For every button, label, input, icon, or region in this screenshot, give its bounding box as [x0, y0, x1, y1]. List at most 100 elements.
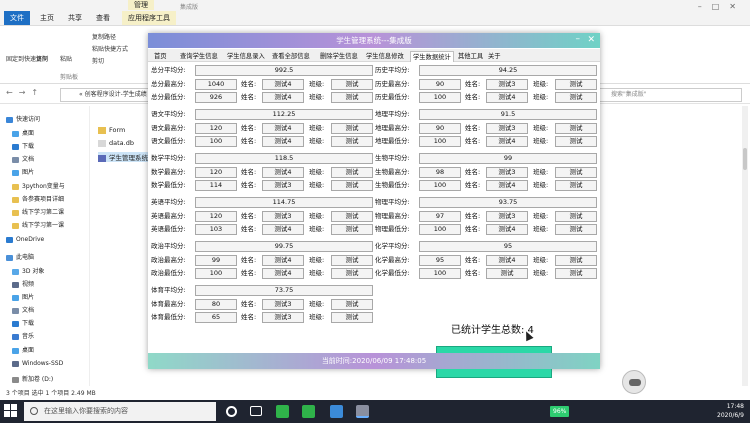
menu-item[interactable]: 删除学生信息 — [318, 51, 360, 62]
context-tab-manage[interactable]: 管理 — [128, 0, 154, 10]
system-clock[interactable]: 17:48 2020/6/9 — [717, 402, 744, 420]
name-label: 姓名: — [241, 93, 257, 101]
folder-icon — [12, 156, 19, 163]
min-score: 103 — [195, 224, 237, 235]
max-label: 物理最高分: — [375, 212, 410, 220]
nav-item[interactable]: 视频 — [12, 279, 34, 288]
explorer-ribbon-tabs: 集成版 管理 文件 主页 共享 查看 应用程序工具 –□✕ — [0, 0, 750, 26]
nav-item[interactable]: 3python变量与 — [12, 181, 65, 190]
max-class: 测试 — [331, 79, 373, 90]
avg-value: 94.25 — [419, 65, 597, 76]
menu-item[interactable]: 其他工具 — [456, 51, 485, 62]
floating-assistant-icon[interactable] — [622, 370, 646, 394]
menu-item[interactable]: 查询学生信息 — [178, 51, 220, 62]
ribbon-tab-file[interactable]: 文件 — [4, 11, 30, 25]
folder-icon — [6, 236, 13, 243]
file-item[interactable]: data.db — [98, 139, 134, 147]
taskbar-search-input[interactable]: 在这里输入你要搜索的内容 — [24, 402, 216, 421]
paste-shortcut-button[interactable]: 粘贴快捷方式 — [92, 44, 128, 53]
ribbon-tab-home[interactable]: 主页 — [34, 11, 60, 25]
min-label: 总分最低分: — [151, 93, 186, 101]
folder-icon — [12, 268, 19, 275]
menu-item[interactable]: 学生数据统计 — [410, 51, 454, 62]
file-item[interactable]: Form — [98, 126, 125, 134]
app-icon-2[interactable] — [302, 405, 315, 418]
min-label: 体育最低分: — [151, 313, 186, 321]
max-name: 测试4 — [486, 255, 528, 266]
menu-item[interactable]: 学生信息录入 — [225, 51, 267, 62]
explorer-window-controls[interactable]: –□✕ — [698, 2, 746, 11]
max-name: 测试3 — [486, 211, 528, 222]
menu-item[interactable]: 学生信息修改 — [364, 51, 406, 62]
file-explorer-icon[interactable] — [330, 405, 343, 418]
ribbon-tab-share[interactable]: 共享 — [62, 11, 88, 25]
nav-item-label: 3D 对象 — [22, 268, 45, 275]
nav-item[interactable]: 3D 对象 — [12, 266, 44, 275]
max-score: 120 — [195, 167, 237, 178]
nav-item[interactable]: 音乐 — [12, 331, 34, 340]
name-label: 姓名: — [465, 80, 481, 88]
task-view-icon[interactable] — [250, 406, 262, 416]
min-name: 测试 — [486, 268, 528, 279]
copy-path-button[interactable]: 复制路径 — [92, 32, 116, 41]
file-name: Form — [109, 126, 126, 134]
copy-button[interactable]: 复制 — [36, 54, 48, 63]
cortana-icon[interactable] — [226, 406, 237, 417]
app-menu-bar: 首页 查询学生信息 学生信息录入 查看全部信息 删除学生信息 学生信息修改 学生数据统计 其他… — [148, 49, 600, 62]
explorer-scrollbar[interactable] — [742, 106, 748, 386]
max-score: 120 — [195, 123, 237, 134]
minimize-icon[interactable]: – — [576, 33, 581, 46]
paste-button[interactable]: 粘贴 — [60, 54, 72, 63]
nav-item[interactable]: 桌面 — [12, 345, 34, 354]
max-label: 历史最高分: — [375, 80, 410, 88]
battery-indicator[interactable]: 96% — [550, 406, 570, 417]
nav-item[interactable]: 桌面 — [12, 128, 34, 137]
nav-item[interactable]: 图片 — [12, 167, 34, 176]
taskbar: 在这里输入你要搜索的内容 96% 17:48 2020/6/9 — [0, 400, 750, 423]
nav-item[interactable]: 线下学习第二课 — [12, 207, 64, 216]
nav-item[interactable]: 快速访问 — [6, 114, 40, 123]
nav-item[interactable]: 文档 — [12, 154, 34, 163]
folder-icon — [12, 347, 19, 354]
nav-item[interactable]: 文档 — [12, 305, 34, 314]
taskbar-search-placeholder: 在这里输入你要搜索的内容 — [44, 407, 128, 415]
nav-item[interactable]: 各参赛项目详细 — [12, 194, 64, 203]
max-name: 测试3 — [486, 79, 528, 90]
class-label: 班级: — [533, 269, 549, 277]
nav-item[interactable]: 线下学习第一课 — [12, 220, 64, 229]
nav-item[interactable]: 下载 — [12, 141, 34, 150]
menu-item[interactable]: 首页 — [152, 51, 169, 62]
close-icon[interactable]: ✕ — [587, 33, 595, 48]
explorer-search-input[interactable]: 搜索"集成版" — [592, 88, 742, 102]
nav-item[interactable]: Windows-SSD — [12, 360, 63, 367]
nav-item-label: 快速访问 — [16, 116, 41, 123]
nav-item[interactable]: OneDrive — [6, 236, 44, 243]
min-name: 测试4 — [262, 224, 304, 235]
nav-item[interactable]: 下载 — [12, 318, 34, 327]
app-title-bar[interactable]: 学生管理系统---集成版 — [148, 33, 600, 48]
min-class: 测试 — [555, 268, 597, 279]
min-score: 100 — [419, 136, 461, 147]
student-system-taskbar-icon[interactable] — [356, 405, 369, 418]
windows-start-icon[interactable] — [4, 404, 18, 418]
class-label: 班级: — [309, 181, 325, 189]
min-label: 历史最低分: — [375, 93, 410, 101]
nav-item[interactable]: 图片 — [12, 292, 34, 301]
min-score: 100 — [195, 268, 237, 279]
nav-item[interactable]: 新加卷 (D:) — [12, 374, 53, 383]
file-item[interactable]: 学生管理系统 — [98, 152, 148, 162]
scrollbar-thumb[interactable] — [743, 148, 747, 170]
ribbon-tab-view[interactable]: 查看 — [90, 11, 116, 25]
app-icon-1[interactable] — [276, 405, 289, 418]
ribbon-tab-app-tools[interactable]: 应用程序工具 — [122, 11, 176, 25]
class-label: 班级: — [309, 300, 325, 308]
min-class: 测试 — [555, 180, 597, 191]
folder-icon — [12, 360, 19, 367]
class-label: 班级: — [309, 93, 325, 101]
menu-item[interactable]: 关于 — [486, 51, 503, 62]
nav-buttons[interactable]: ←→↑ — [6, 88, 44, 97]
nav-item[interactable]: 此电脑 — [6, 252, 34, 261]
menu-item[interactable]: 查看全部信息 — [270, 51, 312, 62]
cut-button[interactable]: 剪切 — [92, 56, 104, 65]
name-label: 姓名: — [465, 124, 481, 132]
